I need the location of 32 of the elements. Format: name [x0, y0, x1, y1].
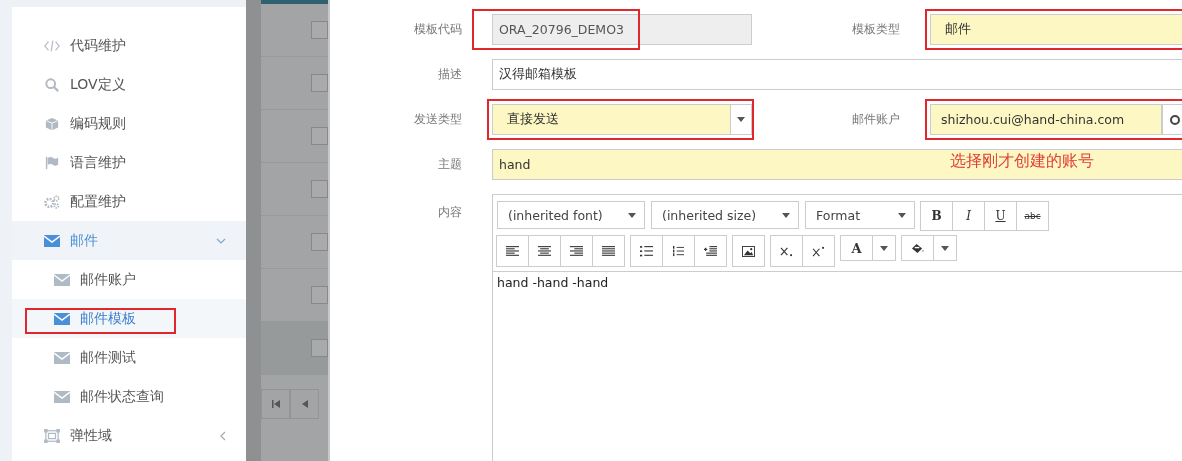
dropdown-field[interactable]: 直接发送	[492, 104, 752, 135]
field-label: 主题	[437, 156, 462, 173]
sidebar-item[interactable]: 语言维护	[12, 143, 246, 182]
sidebar-item[interactable]: 邮件测试	[12, 338, 246, 377]
format-button[interactable]: U	[984, 201, 1017, 231]
sidebar-item[interactable]: 编码规则	[12, 104, 246, 143]
format-button[interactable]: abc	[1016, 201, 1049, 231]
editor-text: hand -hand -hand	[497, 275, 609, 290]
sidebar-item[interactable]: 邮件模板	[12, 299, 246, 338]
dropdown[interactable]: Format	[805, 201, 915, 229]
format-button[interactable]: I	[952, 201, 985, 231]
sidebar-item[interactable]: 配置维护	[12, 182, 246, 221]
sidebar-item[interactable]: LOV定义	[12, 65, 246, 104]
dropdown[interactable]: (inherited size)	[651, 201, 799, 229]
field-label: 模板类型	[851, 21, 900, 38]
field-label: 描述	[437, 66, 462, 83]
sidebar-item[interactable]: 邮件状态查询	[12, 377, 246, 416]
sidebar-item[interactable]: 邮件账户	[12, 260, 246, 299]
field-label: 模板代码	[413, 21, 462, 38]
dropdown[interactable]: (inherited font)	[497, 201, 645, 229]
font-color-button[interactable]: A	[840, 235, 873, 261]
format-button[interactable]: B	[920, 201, 953, 231]
sidebar-item[interactable]: 弹性域	[12, 416, 246, 455]
sidebar-item[interactable]: 代码维护	[12, 26, 246, 65]
dropdown-field[interactable]: 邮件	[930, 14, 1182, 45]
rich-text-editor[interactable]: (inherited font) (inherited size) Format B I U abc A hand -hand -hand	[492, 194, 1182, 461]
field-label: 内容	[437, 204, 462, 221]
field-label: 邮件账户	[851, 111, 900, 128]
field-label: 发送类型	[413, 111, 462, 128]
annotation-text: 选择刚才创建的账号	[950, 151, 1094, 172]
text-field[interactable]: 汉得邮箱模板	[492, 59, 1182, 90]
lookup-field[interactable]: shizhou.cui@hand-china.com	[930, 104, 1162, 135]
